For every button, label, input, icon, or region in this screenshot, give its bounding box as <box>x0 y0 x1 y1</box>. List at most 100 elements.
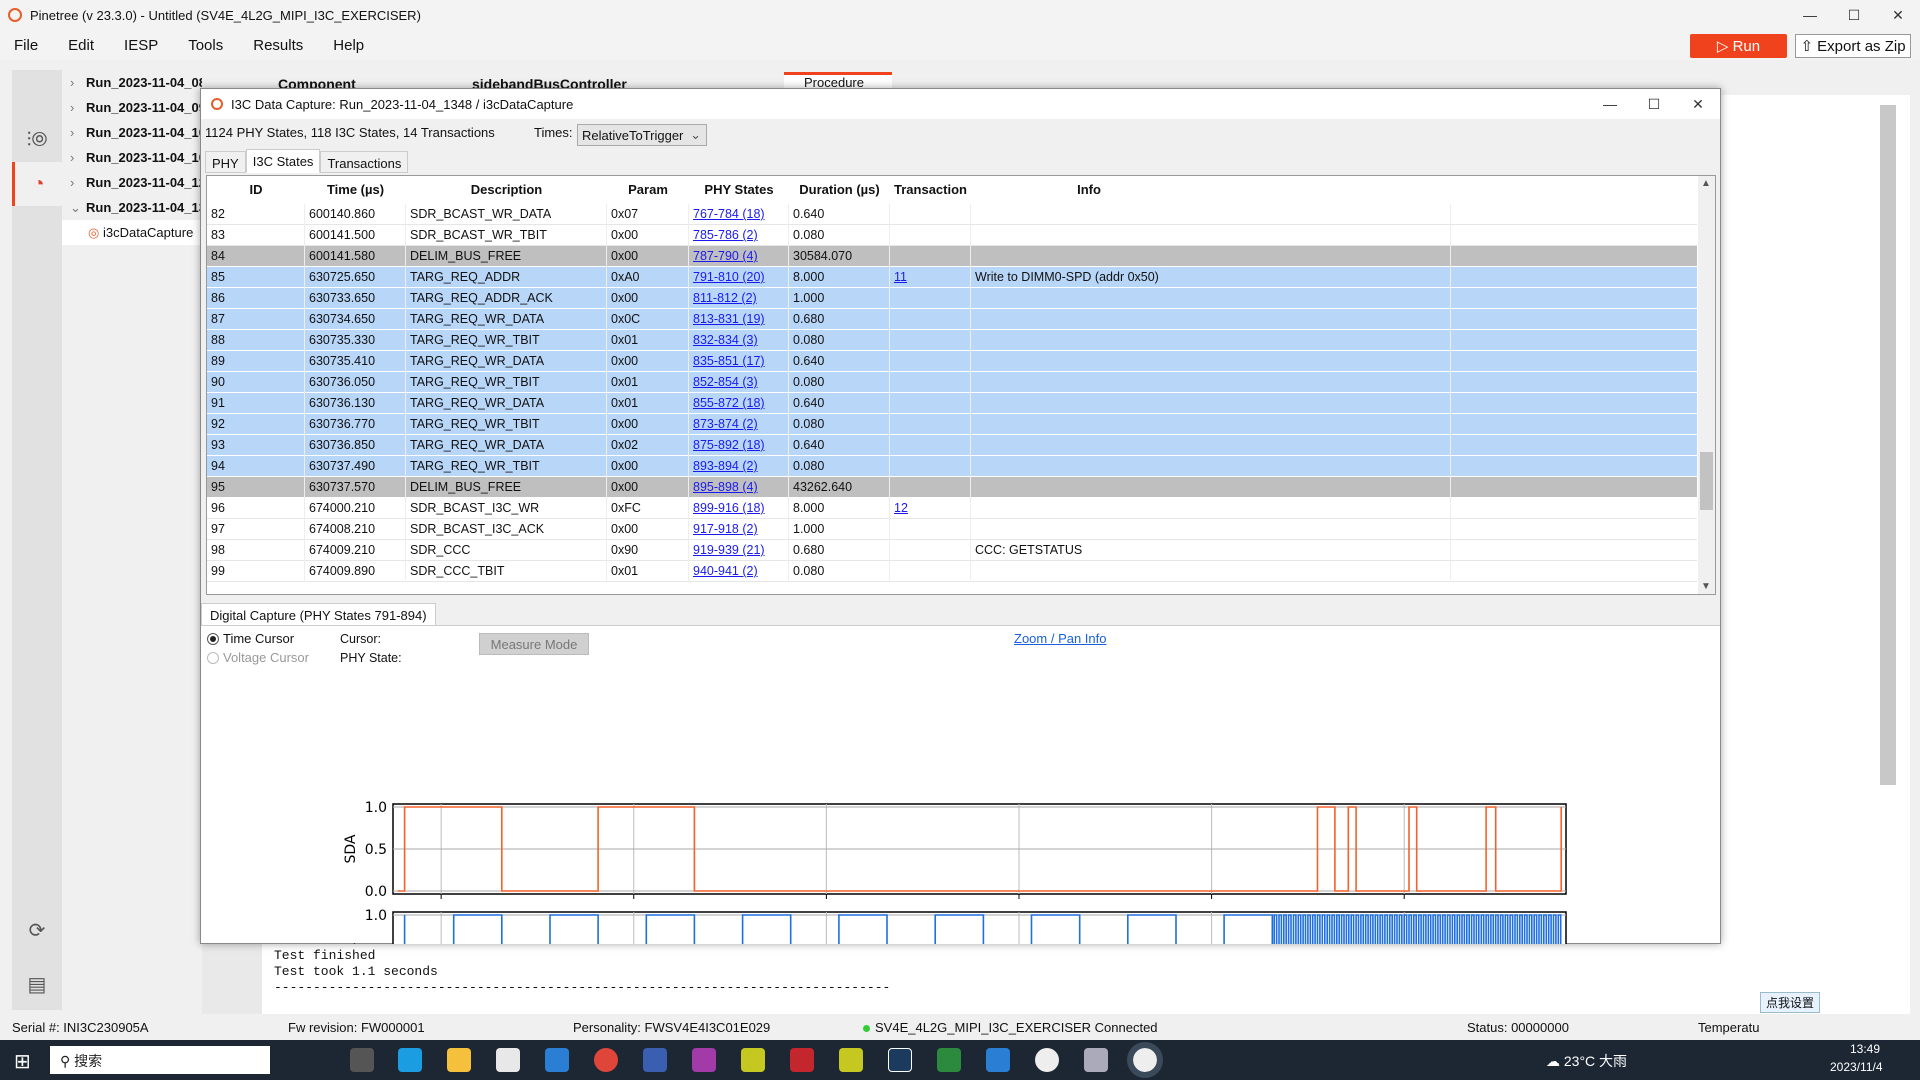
phy-states-link[interactable]: 895-898 (4) <box>693 480 758 494</box>
column-header-info[interactable]: Info <box>971 176 1207 203</box>
menu-file[interactable]: File <box>14 37 38 54</box>
phy-states-link[interactable]: 785-786 (2) <box>693 228 758 242</box>
dialog-close-button[interactable]: ✕ <box>1676 89 1720 119</box>
taskbar-search[interactable]: ⚲ 搜索 <box>50 1046 270 1074</box>
digital-capture-chart[interactable]: 0.00.51.0SDA0.00.51.0SCL262830323436Time… <box>201 626 1720 944</box>
phy-states-link[interactable]: 893-894 (2) <box>693 459 758 473</box>
phy-states-link[interactable]: 919-939 (21) <box>693 543 765 557</box>
word-icon[interactable] <box>643 1048 667 1072</box>
store-icon[interactable] <box>496 1048 520 1072</box>
windows-start-icon[interactable]: ⊞ <box>14 1049 31 1074</box>
phy-states-link[interactable]: 835-851 (17) <box>693 354 765 368</box>
tab-i3c-states[interactable]: I3C States <box>245 149 321 173</box>
procedure-scrollbar[interactable] <box>1880 105 1896 785</box>
table-row[interactable]: 90 630736.050 TARG_REQ_WR_TBIT 0x01 852-854 … <box>207 372 1697 393</box>
menu-edit[interactable]: Edit <box>68 37 94 54</box>
phy-states-link[interactable]: 832-834 (3) <box>693 333 758 347</box>
chrome-icon[interactable] <box>594 1048 618 1072</box>
dialog-maximize-button[interactable]: ☐ <box>1632 89 1676 119</box>
tree-item-run[interactable]: ⌄Run_2023-11-04_1348 <box>62 195 202 220</box>
column-header-duration[interactable]: Duration (µs) <box>789 176 890 203</box>
phy-states-link[interactable]: 855-872 (18) <box>693 396 765 410</box>
task-view-icon[interactable] <box>350 1048 374 1072</box>
tree-item-run[interactable]: ›Run_2023-11-04_1224 <box>62 170 202 195</box>
phy-states-link[interactable]: 917-918 (2) <box>693 522 758 536</box>
scroll-up-icon[interactable]: ▲ <box>1701 178 1711 189</box>
table-row[interactable]: 87 630734.650 TARG_REQ_WR_DATA 0x0C 813-831 … <box>207 309 1697 330</box>
table-row[interactable]: 82 600140.860 SDR_BCAST_WR_DATA 0x07 767-784… <box>207 204 1697 225</box>
phy-states-link[interactable]: 873-874 (2) <box>693 417 758 431</box>
column-header-id[interactable]: ID <box>207 176 305 203</box>
table-row[interactable]: 91 630736.130 TARG_REQ_WR_DATA 0x01 855-872 … <box>207 393 1697 414</box>
column-header-time[interactable]: Time (µs) <box>305 176 406 203</box>
table-row[interactable]: 99 674009.890 SDR_CCC_TBIT 0x01 940-941 (2) 0… <box>207 561 1697 582</box>
table-row[interactable]: 94 630737.490 TARG_REQ_WR_TBIT 0x00 893-894 … <box>207 456 1697 477</box>
table-row[interactable]: 83 600141.500 SDR_BCAST_WR_TBIT 0x00 785-786… <box>207 225 1697 246</box>
table-row[interactable]: 88 630735.330 TARG_REQ_WR_TBIT 0x01 832-834 … <box>207 330 1697 351</box>
export-zip-button[interactable]: ⇧ Export as Zip <box>1795 34 1911 58</box>
column-header-phy-states[interactable]: PHY States <box>689 176 789 203</box>
file-explorer-icon[interactable] <box>447 1048 471 1072</box>
phy-states-link[interactable]: 899-916 (18) <box>693 501 765 515</box>
table-row[interactable]: 86 630733.650 TARG_REQ_ADDR_ACK 0x00 811-812… <box>207 288 1697 309</box>
phy-states-link[interactable]: 875-892 (18) <box>693 438 765 452</box>
table-row[interactable]: 89 630735.410 TARG_REQ_WR_DATA 0x00 835-851 … <box>207 351 1697 372</box>
table-row[interactable]: 95 630737.570 DELIM_BUS_FREE 0x00 895-898 (4… <box>207 477 1697 498</box>
table-row[interactable]: 84 600141.580 DELIM_BUS_FREE 0x00 787-790 (4… <box>207 246 1697 267</box>
times-select[interactable]: RelativeToTrigger ⌄ <box>577 124 707 146</box>
phy-states-link[interactable]: 813-831 (19) <box>693 312 765 326</box>
run-button[interactable]: ▷ Run <box>1690 34 1787 58</box>
tree-item-run[interactable]: ›Run_2023-11-04_0955 <box>62 95 202 120</box>
results-chart-icon[interactable]: ◔ <box>12 162 62 206</box>
menu-help[interactable]: Help <box>333 37 364 54</box>
minimize-button[interactable]: — <box>1788 0 1832 30</box>
refresh-icon[interactable]: ⟳ <box>12 908 62 952</box>
excel-icon[interactable] <box>937 1048 961 1072</box>
table-row[interactable]: 85 630725.650 TARG_REQ_ADDR 0xA0 791-810 (20… <box>207 267 1697 288</box>
document-icon[interactable]: ▤ <box>12 962 62 1006</box>
column-header-transaction[interactable]: Transaction <box>890 176 971 203</box>
scroll-down-icon[interactable]: ▼ <box>1701 581 1711 592</box>
menu-iesp[interactable]: IESP <box>124 37 158 54</box>
close-button[interactable]: ✕ <box>1876 0 1920 30</box>
onenote-icon[interactable] <box>692 1048 716 1072</box>
tree-item-run[interactable]: ›Run_2023-11-04_1012 <box>62 120 202 145</box>
sliders-icon[interactable]: ⫶⦾ <box>12 118 62 162</box>
phy-states-link[interactable]: 940-941 (2) <box>693 564 758 578</box>
table-row[interactable]: 93 630736.850 TARG_REQ_WR_DATA 0x02 875-892 … <box>207 435 1697 456</box>
dialog-minimize-button[interactable]: — <box>1588 89 1632 119</box>
transaction-link[interactable]: 12 <box>894 501 908 515</box>
phy-states-link[interactable]: 787-790 (4) <box>693 249 758 263</box>
app-icon[interactable] <box>741 1048 765 1072</box>
edge-icon[interactable] <box>398 1048 422 1072</box>
phy-states-link[interactable]: 811-812 (2) <box>693 291 757 305</box>
app-icon[interactable] <box>888 1048 912 1072</box>
tab-phy[interactable]: PHY <box>205 151 246 173</box>
calculator-icon[interactable] <box>1084 1048 1108 1072</box>
sdk-icon[interactable] <box>790 1048 814 1072</box>
app-icon[interactable] <box>839 1048 863 1072</box>
table-row[interactable]: 98 674009.210 SDR_CCC 0x90 919-939 (21) 0.680… <box>207 540 1697 561</box>
scroll-thumb[interactable] <box>1700 452 1713 510</box>
menu-results[interactable]: Results <box>253 37 303 54</box>
column-header-description[interactable]: Description <box>406 176 607 203</box>
phy-states-link[interactable]: 852-854 (3) <box>693 375 758 389</box>
mail-icon[interactable] <box>545 1048 569 1072</box>
tab-digital-capture[interactable]: Digital Capture (PHY States 791-894) <box>201 603 436 626</box>
menu-tools[interactable]: Tools <box>188 37 223 54</box>
pinetree-icon[interactable] <box>1035 1048 1059 1072</box>
ime-hint[interactable]: 点我设置 <box>1760 992 1821 1013</box>
tab-transactions[interactable]: Transactions <box>320 151 409 173</box>
pinetree-active-icon[interactable] <box>1127 1042 1163 1078</box>
vscode-icon[interactable] <box>986 1048 1010 1072</box>
column-header-param[interactable]: Param <box>607 176 689 203</box>
phy-states-link[interactable]: 767-784 (18) <box>693 207 765 221</box>
maximize-button[interactable]: ☐ <box>1832 0 1876 30</box>
phy-states-link[interactable]: 791-810 (20) <box>693 270 765 284</box>
table-scrollbar[interactable]: ▲ ▼ <box>1698 176 1715 594</box>
table-row[interactable]: 96 674000.210 SDR_BCAST_I3C_WR 0xFC 899-916 … <box>207 498 1697 519</box>
tree-item-run[interactable]: ›Run_2023-11-04_1055 <box>62 145 202 170</box>
tree-item-capture[interactable]: ◎ i3cDataCapture <box>62 220 202 245</box>
table-row[interactable]: 92 630736.770 TARG_REQ_WR_TBIT 0x00 873-874 … <box>207 414 1697 435</box>
table-row[interactable]: 97 674008.210 SDR_BCAST_I3C_ACK 0x00 917-918… <box>207 519 1697 540</box>
